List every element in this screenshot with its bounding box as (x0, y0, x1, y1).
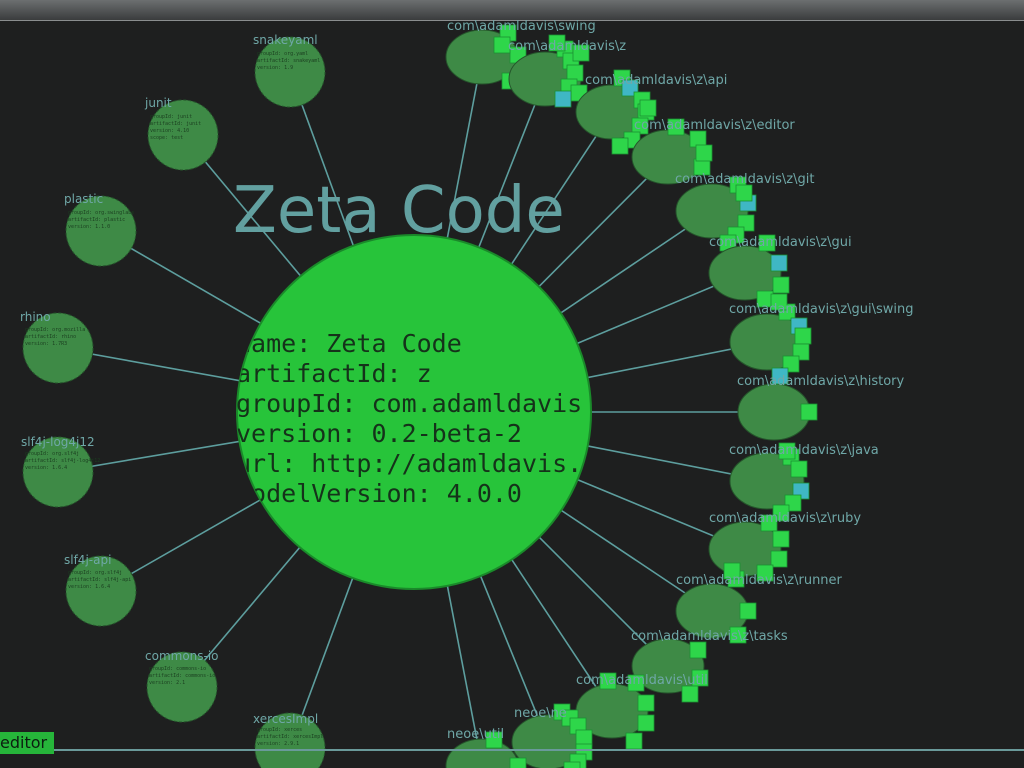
center-node[interactable]: name: Zeta Code artifactId: z groupId: c… (236, 234, 627, 590)
dependency-detail: groupId: org.swinglabs (68, 210, 134, 216)
file-square[interactable] (794, 327, 812, 345)
dependency-detail: artifactId: xercesImpl (257, 734, 323, 740)
dependency-detail: version: 4.10 (150, 128, 189, 134)
file-square[interactable] (637, 714, 655, 732)
file-square[interactable] (566, 64, 584, 82)
dependency-node-commons-io[interactable]: commons-io groupId: commons-ioartifactId:… (145, 649, 219, 723)
dependency-detail: groupId: org.slf4j (68, 570, 122, 576)
package-label: com\adamldavis\z\history (737, 374, 905, 389)
file-square[interactable] (637, 694, 655, 712)
dependency-detail: groupId: org.yaml (257, 51, 308, 57)
dependency-detail: groupId: xerces (257, 727, 302, 733)
dependency-label: slf4j-api (64, 553, 111, 567)
editor-tab[interactable]: editor (0, 732, 54, 754)
dependency-detail: artifactId: snakeyaml (257, 58, 320, 64)
center-line-url: url: http://adamldavis.com (236, 449, 627, 478)
dependency-label: rhino (20, 310, 51, 324)
package-label: com\adamldavis\z\editor (634, 118, 795, 133)
package-label: neoe\util (447, 727, 504, 742)
dependency-detail: artifactId: junit (150, 121, 201, 127)
file-square[interactable] (509, 757, 527, 768)
file-square[interactable] (689, 641, 707, 659)
dependency-detail: version: 1.1.0 (68, 224, 110, 230)
dependency-label: slf4j-log4j12 (21, 435, 95, 449)
file-square[interactable] (800, 403, 818, 421)
center-line-artifact: artifactId: z (236, 359, 432, 388)
package-label: com\adamldavis\swing (447, 19, 596, 34)
file-square[interactable] (772, 530, 790, 548)
dependency-label: commons-io (145, 649, 219, 663)
package-node-com-adamldavis-z-history[interactable]: com\adamldavis\z\history (737, 367, 905, 441)
dependency-detail: groupId: org.slf4j (25, 451, 79, 457)
package-label: com\adamldavis\z\java (729, 443, 879, 458)
file-square[interactable] (770, 550, 788, 568)
package-label: com\adamldavis\z\gui (709, 235, 852, 250)
package-node-com-adamldavis-z-java[interactable]: com\adamldavis\z\java (729, 442, 879, 522)
dependency-label: xercesImpl (253, 712, 318, 726)
dependency-node-rhino[interactable]: rhino groupId: org.mozillaartifactId: rhi… (20, 310, 94, 384)
status-divider (0, 749, 1024, 751)
package-label: com\adamldavis\z (508, 39, 626, 54)
dependency-detail: artifactId: rhino (25, 334, 76, 340)
dependency-node-slf4j-log4j12[interactable]: slf4j-log4j12 groupId: org.slf4jartifactI… (21, 435, 100, 508)
file-square[interactable] (735, 184, 753, 202)
file-square[interactable] (554, 90, 572, 108)
package-ellipse[interactable] (445, 738, 519, 768)
dependency-detail: groupId: commons-io (149, 666, 206, 672)
dependency-detail: version: 2.9.1 (257, 741, 299, 747)
package-label: com\adamldavis\z\tasks (631, 629, 788, 644)
package-node-com-adamldavis-z-gui-swing[interactable]: com\adamldavis\z\gui\swing (729, 293, 913, 373)
file-square[interactable] (575, 729, 593, 747)
dependency-detail: artifactId: commons-io (149, 673, 215, 679)
center-line-name: name: Zeta Code (236, 329, 462, 358)
dependency-label: junit (144, 96, 172, 110)
dependency-label: plastic (64, 192, 103, 206)
package-label: com\adamldavis\z\runner (676, 573, 843, 588)
center-line-version: version: 0.2-beta-2 (236, 419, 522, 448)
dependency-label: snakeyaml (253, 33, 318, 47)
package-label: com\adamldavis\z\ruby (709, 511, 861, 526)
package-label: com\adamldavis\z\api (585, 73, 727, 88)
dependency-circle[interactable] (65, 195, 137, 267)
file-square[interactable] (625, 732, 643, 750)
dependency-detail: version: 1.7R3 (25, 341, 67, 347)
center-line-group: groupId: com.adamldavis (236, 389, 582, 418)
file-square[interactable] (563, 761, 581, 768)
file-square[interactable] (770, 254, 788, 272)
package-label: com\adamldavis\z\gui\swing (729, 302, 913, 317)
project-graph[interactable]: snakeyaml groupId: org.yamlartifactId: sn… (0, 0, 1024, 768)
dependency-detail: version: 1.9 (257, 65, 293, 71)
file-square[interactable] (695, 144, 713, 162)
file-square[interactable] (639, 99, 657, 117)
dependency-node-plastic[interactable]: plastic groupId: org.swinglabsartifactId:… (64, 192, 137, 267)
package-node-com-adamldavis-util[interactable]: com\adamldavis\util (575, 672, 708, 750)
file-square[interactable] (611, 137, 629, 155)
dependency-detail: scope: test (150, 135, 183, 141)
dependency-node-junit[interactable]: junit groupId: junitartifactId: junitvers… (144, 96, 219, 171)
dependency-detail: groupId: junit (150, 114, 192, 120)
dependency-detail: version: 1.6.4 (25, 465, 67, 471)
file-square[interactable] (790, 460, 808, 478)
dependency-node-slf4j-api[interactable]: slf4j-api groupId: org.slf4jartifactId: s… (64, 553, 137, 627)
dependency-detail: groupId: org.mozilla (25, 327, 85, 333)
dependency-node-snakeyaml[interactable]: snakeyaml groupId: org.yamlartifactId: sn… (253, 33, 326, 108)
file-square[interactable] (681, 685, 699, 703)
dependency-detail: version: 2.1 (149, 680, 185, 686)
dependency-circle[interactable] (254, 36, 326, 108)
center-line-model: modelVersion: 4.0.0 (236, 479, 522, 508)
package-node-com-adamldavis-z-tasks[interactable]: com\adamldavis\z\tasks (631, 629, 788, 703)
package-ellipse[interactable] (737, 383, 811, 441)
package-label: com\adamldavis\util (576, 673, 708, 688)
package-label: neoe\ne (514, 706, 567, 721)
file-square[interactable] (739, 602, 757, 620)
dependency-detail: artifactId: slf4j-api (68, 577, 131, 583)
dependency-detail: artifactId: slf4j-log4j12 (25, 458, 100, 464)
package-label: com\adamldavis\z\git (675, 172, 814, 187)
dependency-node-xercesimpl[interactable]: xercesImplgroupId: xercesartifactId: xer… (253, 712, 326, 768)
dependency-detail: artifactId: plastic (68, 217, 125, 223)
dependency-detail: version: 1.6.4 (68, 584, 110, 590)
file-square[interactable] (772, 276, 790, 294)
